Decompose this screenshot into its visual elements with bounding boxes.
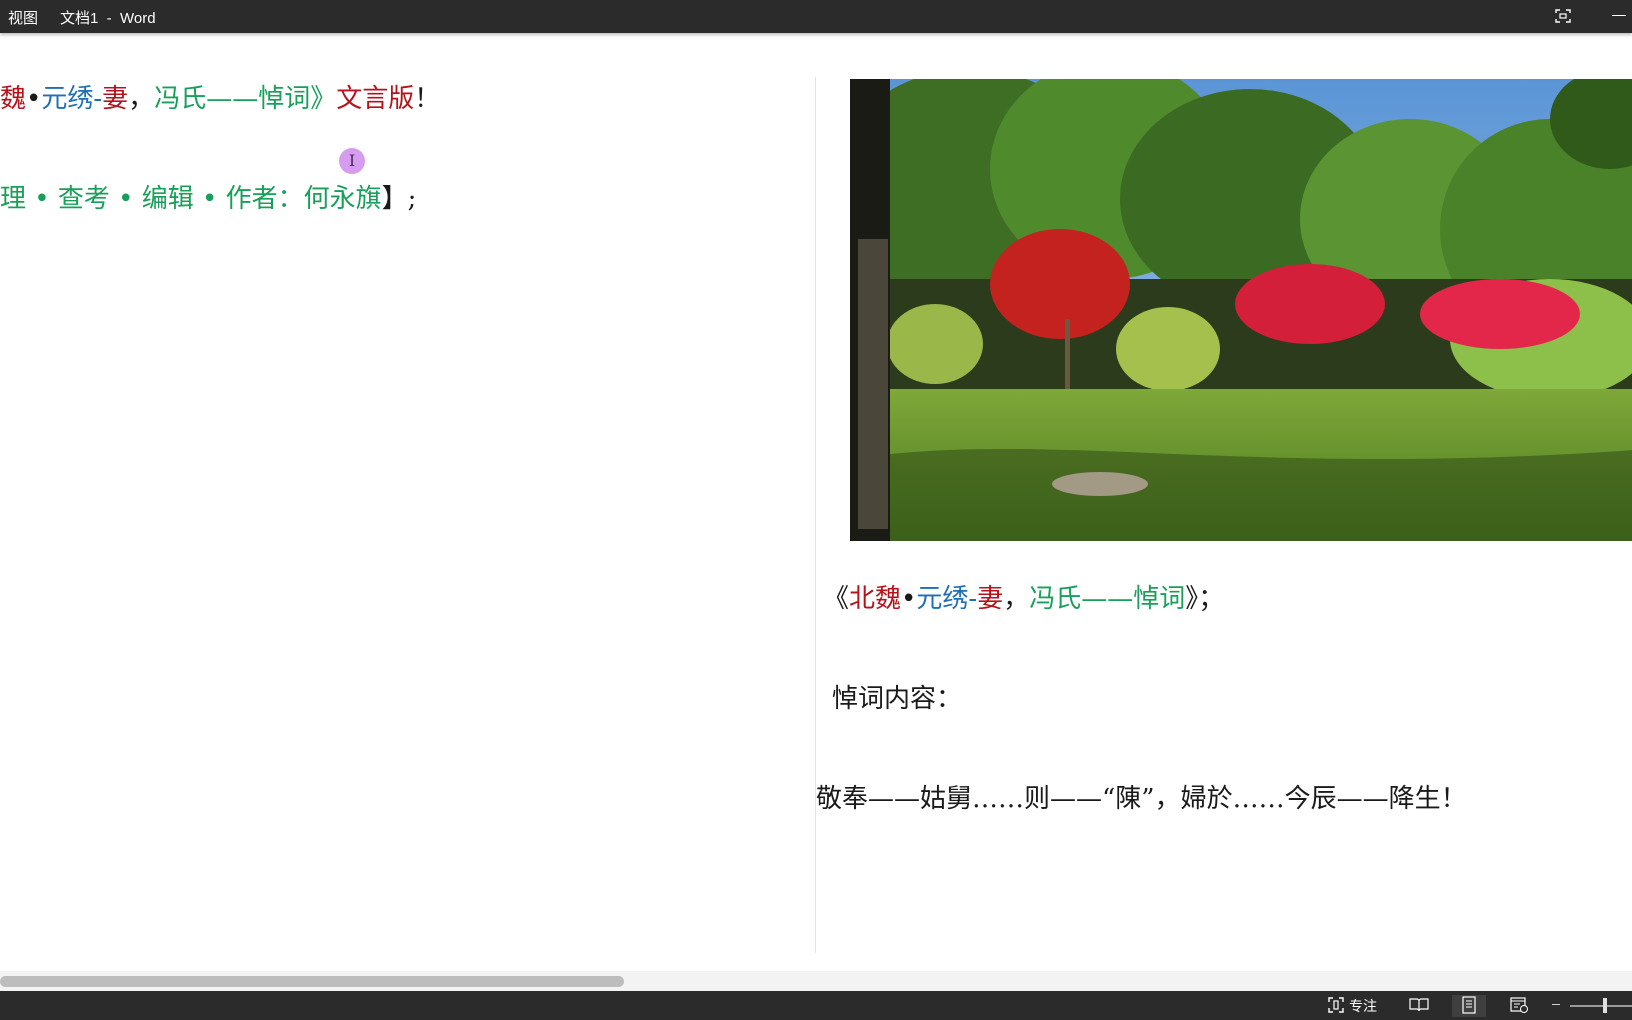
- text-run: 文言版: [336, 84, 415, 114]
- text-run: 妻: [977, 584, 1004, 614]
- left-title-line: 魏•元绣-妻，冯氏——悼词》文言版！: [0, 86, 440, 112]
- eulogy-body: 敬奉——姑舅……则——“陳”，婦於……今辰——降生！: [816, 784, 1467, 814]
- read-mode-icon: [1409, 997, 1429, 1016]
- document-title: 文档1 - Word: [60, 10, 156, 27]
- text-cursor-indicator: I: [339, 148, 365, 174]
- text-run: 元绣: [41, 84, 94, 114]
- window-focus-icon[interactable]: [1554, 8, 1572, 24]
- text-run: 《: [823, 584, 850, 614]
- text-run: 北魏: [849, 584, 902, 614]
- focus-mode-icon: [1327, 996, 1345, 1017]
- right-page: 《北魏•元绣-妻，冯氏——悼词》； 悼词内容： 敬奉——姑舅……则——“陳”，婦…: [816, 33, 1632, 953]
- title-bar: 视图 文档1 - Word: [0, 0, 1632, 33]
- zoom-slider[interactable]: [1570, 1005, 1632, 1007]
- text-run: 】: [381, 184, 408, 214]
- print-layout-icon: [1461, 995, 1477, 1017]
- text-run: •: [26, 84, 42, 114]
- right-title-line: 《北魏•元绣-妻，冯氏——悼词》；: [823, 586, 1224, 612]
- text-run: ！: [414, 84, 441, 114]
- text-run: ;: [407, 184, 417, 214]
- horizontal-scroll-thumb[interactable]: [0, 976, 624, 987]
- text-run: ；: [1198, 584, 1225, 614]
- text-run: 》: [1185, 584, 1199, 614]
- text-run: 冯氏——悼词: [1029, 584, 1186, 614]
- print-layout-button[interactable]: [1452, 995, 1486, 1017]
- garden-photo[interactable]: [850, 79, 1632, 541]
- text-run: 魏: [0, 84, 27, 114]
- text-run: •: [901, 584, 917, 614]
- web-layout-button[interactable]: [1502, 995, 1536, 1017]
- zoom-slider-thumb[interactable]: [1603, 998, 1607, 1013]
- focus-mode-button[interactable]: 专注: [1327, 996, 1377, 1016]
- text-run: 元绣: [916, 584, 969, 614]
- focus-mode-label: 专注: [1349, 998, 1377, 1014]
- status-bar: 专注: [0, 991, 1632, 1020]
- text-run: 妻: [102, 84, 129, 114]
- zoom-out-button[interactable]: [1552, 1004, 1560, 1005]
- left-page: 魏•元绣-妻，冯氏——悼词》文言版！ I 理 • 查考 • 编辑 • 作者：何永…: [0, 33, 815, 953]
- text-run: 理 • 查考 • 编辑 • 作者：何永旗: [0, 184, 382, 214]
- text-run: 冯氏——悼词》: [154, 84, 337, 114]
- eulogy-heading: 悼词内容：: [832, 684, 963, 714]
- horizontal-scrollbar[interactable]: [0, 971, 1632, 991]
- web-layout-icon: [1510, 996, 1528, 1017]
- text-run: -: [968, 584, 978, 614]
- text-run: ，: [128, 84, 155, 114]
- text-run: ，: [1003, 584, 1030, 614]
- left-author-line: 理 • 查考 • 编辑 • 作者：何永旗】;: [0, 186, 416, 212]
- read-mode-button[interactable]: [1402, 995, 1436, 1017]
- document-area[interactable]: 魏•元绣-妻，冯氏——悼词》文言版！ I 理 • 查考 • 编辑 • 作者：何永…: [0, 33, 1632, 971]
- text-run: -: [93, 84, 103, 114]
- menu-view[interactable]: 视图: [8, 7, 38, 28]
- minimize-icon[interactable]: [1612, 15, 1626, 16]
